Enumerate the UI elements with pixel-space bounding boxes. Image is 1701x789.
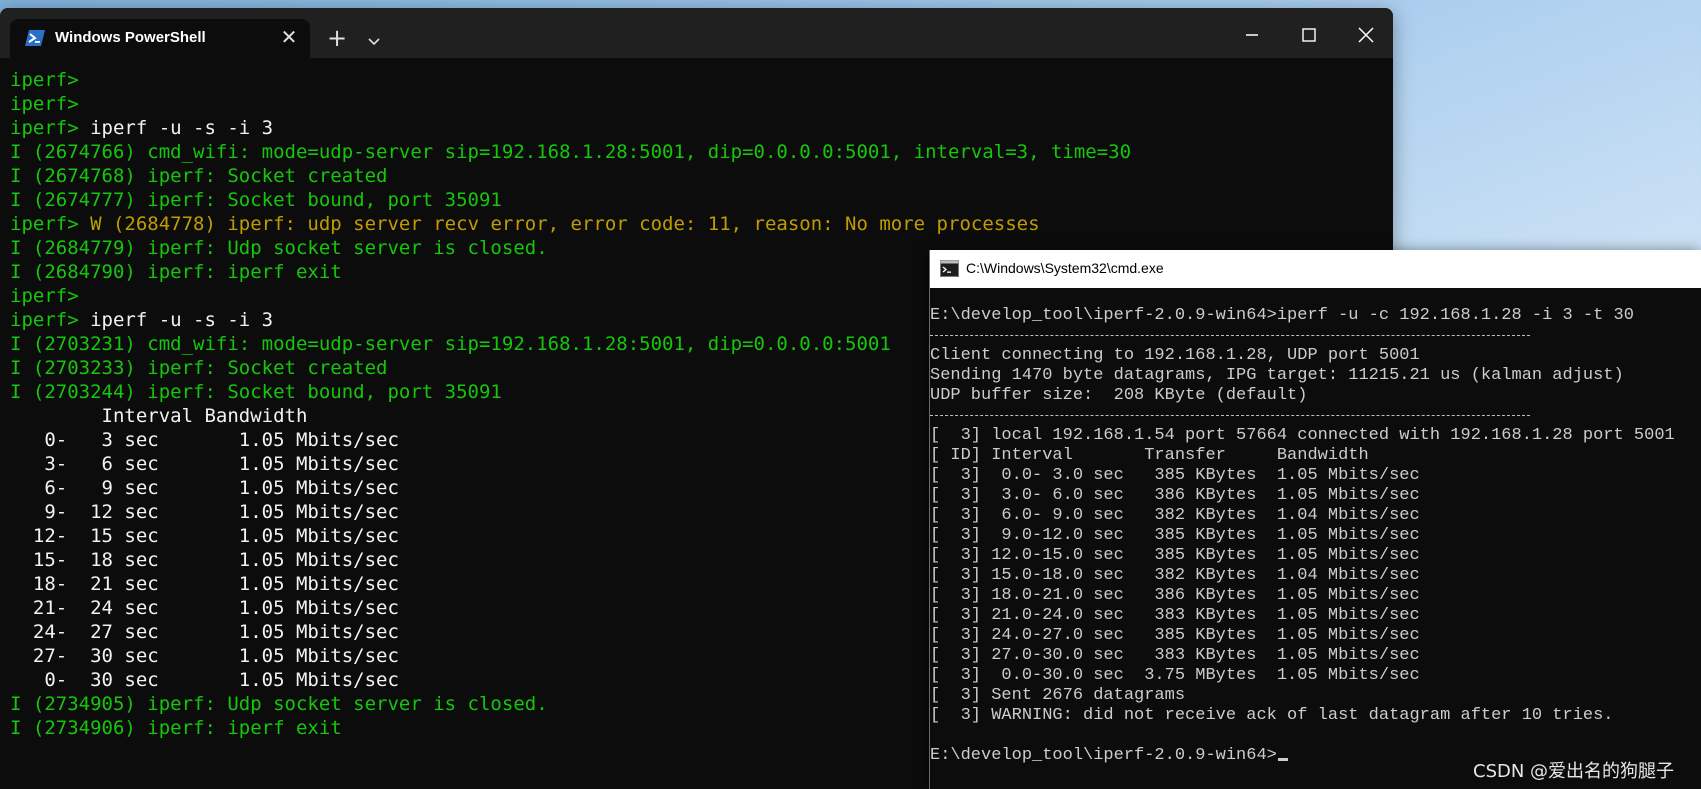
ps-prompt: iperf> [10, 213, 91, 235]
cmd-line: [ 3] 0.0- 3.0 sec 385 KBytes 1.05 Mbits/… [930, 466, 1701, 486]
ps-line-text: I (2734906) iperf: iperf exit [10, 717, 342, 739]
cmd-line-text: [ 3] 0.0-30.0 sec 3.75 MBytes 1.05 Mbits… [930, 666, 1420, 685]
ps-line-text: 0- 30 sec 1.05 Mbits/sec [10, 669, 399, 691]
cmd-line: [ 3] 6.0- 9.0 sec 382 KBytes 1.04 Mbits/… [930, 506, 1701, 526]
cmd-line: [ 3] WARNING: did not receive ack of las… [930, 706, 1701, 726]
cmd-line-text: Client connecting to 192.168.1.28, UDP p… [930, 346, 1420, 365]
tab-title: Windows PowerShell [55, 29, 206, 46]
cmd-line-text: [ 3] 0.0- 3.0 sec 385 KBytes 1.05 Mbits/… [930, 466, 1420, 485]
ps-line-text: 3- 6 sec 1.05 Mbits/sec [10, 453, 399, 475]
ps-line: I (2674777) iperf: Socket bound, port 35… [10, 188, 1390, 212]
cmd-line-text: [ 3] 3.0- 6.0 sec 386 KBytes 1.05 Mbits/… [930, 486, 1420, 505]
cmd-line-text: [ ID] Interval Transfer Bandwidth [930, 446, 1369, 465]
close-icon[interactable] [1351, 22, 1381, 48]
separator-rule [930, 415, 1530, 416]
cmd-line-text: [ 3] local 192.168.1.54 port 57664 conne… [930, 426, 1675, 445]
ps-line-text: 24- 27 sec 1.05 Mbits/sec [10, 621, 399, 643]
ps-line-text: 9- 12 sec 1.05 Mbits/sec [10, 501, 399, 523]
cmd-line: [ 3] 3.0- 6.0 sec 386 KBytes 1.05 Mbits/… [930, 486, 1701, 506]
cmd-line-text: [ 3] WARNING: did not receive ack of las… [930, 706, 1614, 725]
ps-prompt: iperf> [10, 309, 91, 331]
ps-line: I (2674766) cmd_wifi: mode=udp-server si… [10, 140, 1390, 164]
maximize-icon[interactable] [1294, 22, 1324, 48]
ps-line: I (2674768) iperf: Socket created [10, 164, 1390, 188]
cmd-line-text: UDP buffer size: 208 KByte (default) [930, 386, 1308, 405]
ps-line-text: iperf -u -s -i 3 [90, 117, 274, 139]
watermark: CSDN @爱出名的狗腿子 [1473, 761, 1675, 782]
cmd-line-text: [ 3] 12.0-15.0 sec 385 KBytes 1.05 Mbits… [930, 546, 1420, 565]
powershell-icon [25, 30, 45, 46]
ps-prompt: iperf> [10, 117, 91, 139]
ps-line-text: I (2674777) iperf: Socket bound, port 35… [10, 189, 502, 211]
cmd-line: E:\develop_tool\iperf-2.0.9-win64>iperf … [930, 306, 1701, 326]
cmd-line: [ 3] 15.0-18.0 sec 382 KBytes 1.04 Mbits… [930, 566, 1701, 586]
plus-icon[interactable]: + [324, 25, 350, 51]
cmd-line-text: [ 3] 6.0- 9.0 sec 382 KBytes 1.04 Mbits/… [930, 506, 1420, 525]
ps-line-text: 18- 21 sec 1.05 Mbits/sec [10, 573, 399, 595]
close-icon[interactable]: ✕ [277, 25, 301, 49]
cmd-separator [930, 326, 1701, 346]
ps-line-text: I (2703231) cmd_wifi: mode=udp-server si… [10, 333, 891, 355]
cmd-line: [ ID] Interval Transfer Bandwidth [930, 446, 1701, 466]
cmd-line: UDP buffer size: 208 KByte (default) [930, 386, 1701, 406]
cmd-line: Sending 1470 byte datagrams, IPG target:… [930, 366, 1701, 386]
powershell-titlebar[interactable]: Windows PowerShell ✕ + [0, 8, 1393, 58]
ps-line-text: 27- 30 sec 1.05 Mbits/sec [10, 645, 399, 667]
ps-line-text: I (2734905) iperf: Udp socket server is … [10, 693, 548, 715]
ps-line-text: iperf -u -s -i 3 [90, 309, 274, 331]
cmd-line: [ 3] 12.0-15.0 sec 385 KBytes 1.05 Mbits… [930, 546, 1701, 566]
cmd-line-text: [ 3] Sent 2676 datagrams [930, 686, 1186, 705]
cmd-line: [ 3] 27.0-30.0 sec 383 KBytes 1.05 Mbits… [930, 646, 1701, 666]
ps-line: iperf> [10, 68, 1390, 92]
cmd-line: [ 3] 21.0-24.0 sec 383 KBytes 1.05 Mbits… [930, 606, 1701, 626]
ps-line-text: I (2703233) iperf: Socket created [10, 357, 388, 379]
ps-line-text: 15- 18 sec 1.05 Mbits/sec [10, 549, 399, 571]
ps-line-text: W (2684778) iperf: udp server recv error… [90, 213, 1040, 235]
ps-line-text: I (2703244) iperf: Socket bound, port 35… [10, 381, 502, 403]
cmd-line-text: [ 3] 24.0-27.0 sec 385 KBytes 1.05 Mbits… [930, 626, 1420, 645]
ps-line-text: I (2684779) iperf: Udp socket server is … [10, 237, 548, 259]
ps-line: iperf> iperf -u -s -i 3 [10, 116, 1390, 140]
cmd-line: [ 3] 18.0-21.0 sec 386 KBytes 1.05 Mbits… [930, 586, 1701, 606]
ps-line: iperf> W (2684778) iperf: udp server rec… [10, 212, 1390, 236]
cmd-line-text: [ 3] 9.0-12.0 sec 385 KBytes 1.05 Mbits/… [930, 526, 1420, 545]
ps-line: iperf> [10, 92, 1390, 116]
chevron-down-icon[interactable] [365, 35, 383, 49]
separator-rule [930, 335, 1530, 336]
cmd-line: [ 3] local 192.168.1.54 port 57664 conne… [930, 426, 1701, 446]
cmd-line: [ 3] 0.0-30.0 sec 3.75 MBytes 1.05 Mbits… [930, 666, 1701, 686]
cmd-output[interactable]: E:\develop_tool\iperf-2.0.9-win64>iperf … [930, 306, 1701, 766]
cmd-line-text: [ 3] 21.0-24.0 sec 383 KBytes 1.05 Mbits… [930, 606, 1420, 625]
cmd-line: [ 3] 24.0-27.0 sec 385 KBytes 1.05 Mbits… [930, 626, 1701, 646]
cmd-line: Client connecting to 192.168.1.28, UDP p… [930, 346, 1701, 366]
cmd-titlebar[interactable]: C:\Windows\System32\cmd.exe [930, 250, 1701, 288]
ps-prompt: iperf> [10, 93, 79, 115]
cmd-line: [ 3] 9.0-12.0 sec 385 KBytes 1.05 Mbits/… [930, 526, 1701, 546]
ps-line-text: Interval Bandwidth [10, 405, 308, 427]
minimize-icon[interactable] [1237, 22, 1267, 48]
tab-windows-powershell[interactable]: Windows PowerShell ✕ [10, 19, 310, 58]
cmd-line-text: E:\develop_tool\iperf-2.0.9-win64>iperf … [930, 306, 1634, 325]
cmd-line-text: Sending 1470 byte datagrams, IPG target:… [930, 366, 1624, 385]
ps-line-text: 21- 24 sec 1.05 Mbits/sec [10, 597, 399, 619]
cmd-line: [ 3] Sent 2676 datagrams [930, 686, 1701, 706]
cmd-line-text: [ 3] 27.0-30.0 sec 383 KBytes 1.05 Mbits… [930, 646, 1420, 665]
cmd-window-title: C:\Windows\System32\cmd.exe [966, 260, 1164, 276]
ps-line-text: 12- 15 sec 1.05 Mbits/sec [10, 525, 399, 547]
ps-line-text: I (2674768) iperf: Socket created [10, 165, 388, 187]
ps-prompt: iperf> [10, 285, 79, 307]
cmd-separator [930, 406, 1701, 426]
text-cursor [1277, 758, 1288, 761]
cmd-line-text: [ 3] 18.0-21.0 sec 386 KBytes 1.05 Mbits… [930, 586, 1420, 605]
ps-line-text: I (2684790) iperf: iperf exit [10, 261, 342, 283]
ps-line-text: I (2674766) cmd_wifi: mode=udp-server si… [10, 141, 1132, 163]
console-icon [940, 260, 959, 277]
ps-line-text: 0- 3 sec 1.05 Mbits/sec [10, 429, 399, 451]
cmd-window[interactable]: C:\Windows\System32\cmd.exe E:\develop_t… [929, 250, 1701, 789]
cmd-line [930, 726, 1701, 746]
ps-line-text: 6- 9 sec 1.05 Mbits/sec [10, 477, 399, 499]
ps-prompt: iperf> [10, 69, 79, 91]
cmd-prompt: E:\develop_tool\iperf-2.0.9-win64> [930, 746, 1277, 765]
cmd-line-text: [ 3] 15.0-18.0 sec 382 KBytes 1.04 Mbits… [930, 566, 1420, 585]
